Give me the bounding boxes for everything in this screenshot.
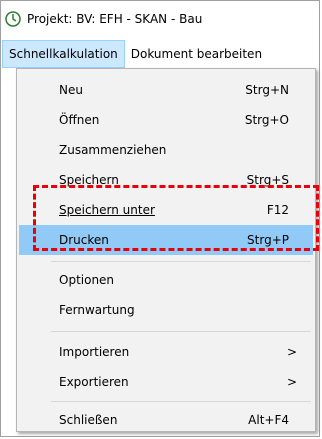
menu-item-fernwartung[interactable]: Fernwartung (19, 295, 313, 325)
menu-item-shortcut: Alt+F4 (248, 413, 289, 427)
menu-item-label: Importieren (59, 345, 130, 359)
clock-globe-icon (5, 11, 21, 27)
menu-item-label: Speichern (59, 173, 119, 187)
menu-item-shortcut: Strg+N (245, 83, 289, 97)
menu-item-label: Zusammenziehen (59, 143, 167, 157)
menu-item-label: Schließen (59, 413, 118, 427)
menu-item-speichern[interactable]: Speichern Strg+S (19, 165, 313, 195)
menu-item-label: Neu (59, 83, 83, 97)
submenu-arrow-icon: > (286, 345, 297, 359)
menu-item-shortcut: Strg+S (246, 173, 289, 187)
menu-separator (51, 331, 311, 332)
menu-item-shortcut: F12 (266, 203, 289, 217)
window-title: Projekt: BV: EFH - SKAN - Bau (27, 12, 203, 26)
menu-item-drucken[interactable]: Drucken Strg+P (19, 225, 313, 255)
menu-item-label: Öffnen (59, 113, 100, 127)
menu-dokument-bearbeiten[interactable]: Dokument bearbeiten (125, 40, 268, 68)
menu-item-speichern-unter[interactable]: Speichern unter F12 (19, 195, 313, 225)
menu-item-neu[interactable]: Neu Strg+N (19, 75, 313, 105)
menu-item-label: Drucken (59, 233, 109, 247)
menu-separator (51, 401, 311, 402)
menu-item-shortcut: Strg+O (244, 113, 289, 127)
menu-item-label: Exportieren (59, 375, 129, 389)
menu-item-oeffnen[interactable]: Öffnen Strg+O (19, 105, 313, 135)
menu-item-importieren[interactable]: Importieren > (19, 337, 313, 367)
menu-schnellkalkulation[interactable]: Schnellkalkulation (2, 40, 125, 68)
menu-item-label: Optionen (59, 273, 115, 287)
menu-item-schliessen[interactable]: Schließen Alt+F4 (19, 405, 313, 435)
title-bar: Projekt: BV: EFH - SKAN - Bau (2, 2, 318, 36)
menu-item-label: Speichern unter (59, 203, 155, 217)
menu-bar: Schnellkalkulation Dokument bearbeiten (2, 39, 318, 69)
dropdown-menu: Neu Strg+N Öffnen Strg+O Zusammenziehen … (16, 68, 316, 432)
menu-item-shortcut: Strg+P (247, 233, 289, 247)
menu-item-zusammenziehen[interactable]: Zusammenziehen (19, 135, 313, 165)
submenu-arrow-icon: > (286, 375, 297, 389)
menu-item-optionen[interactable]: Optionen (19, 265, 313, 295)
menu-item-exportieren[interactable]: Exportieren > (19, 367, 313, 397)
menu-item-label: Fernwartung (59, 303, 135, 317)
menu-separator (51, 261, 311, 262)
